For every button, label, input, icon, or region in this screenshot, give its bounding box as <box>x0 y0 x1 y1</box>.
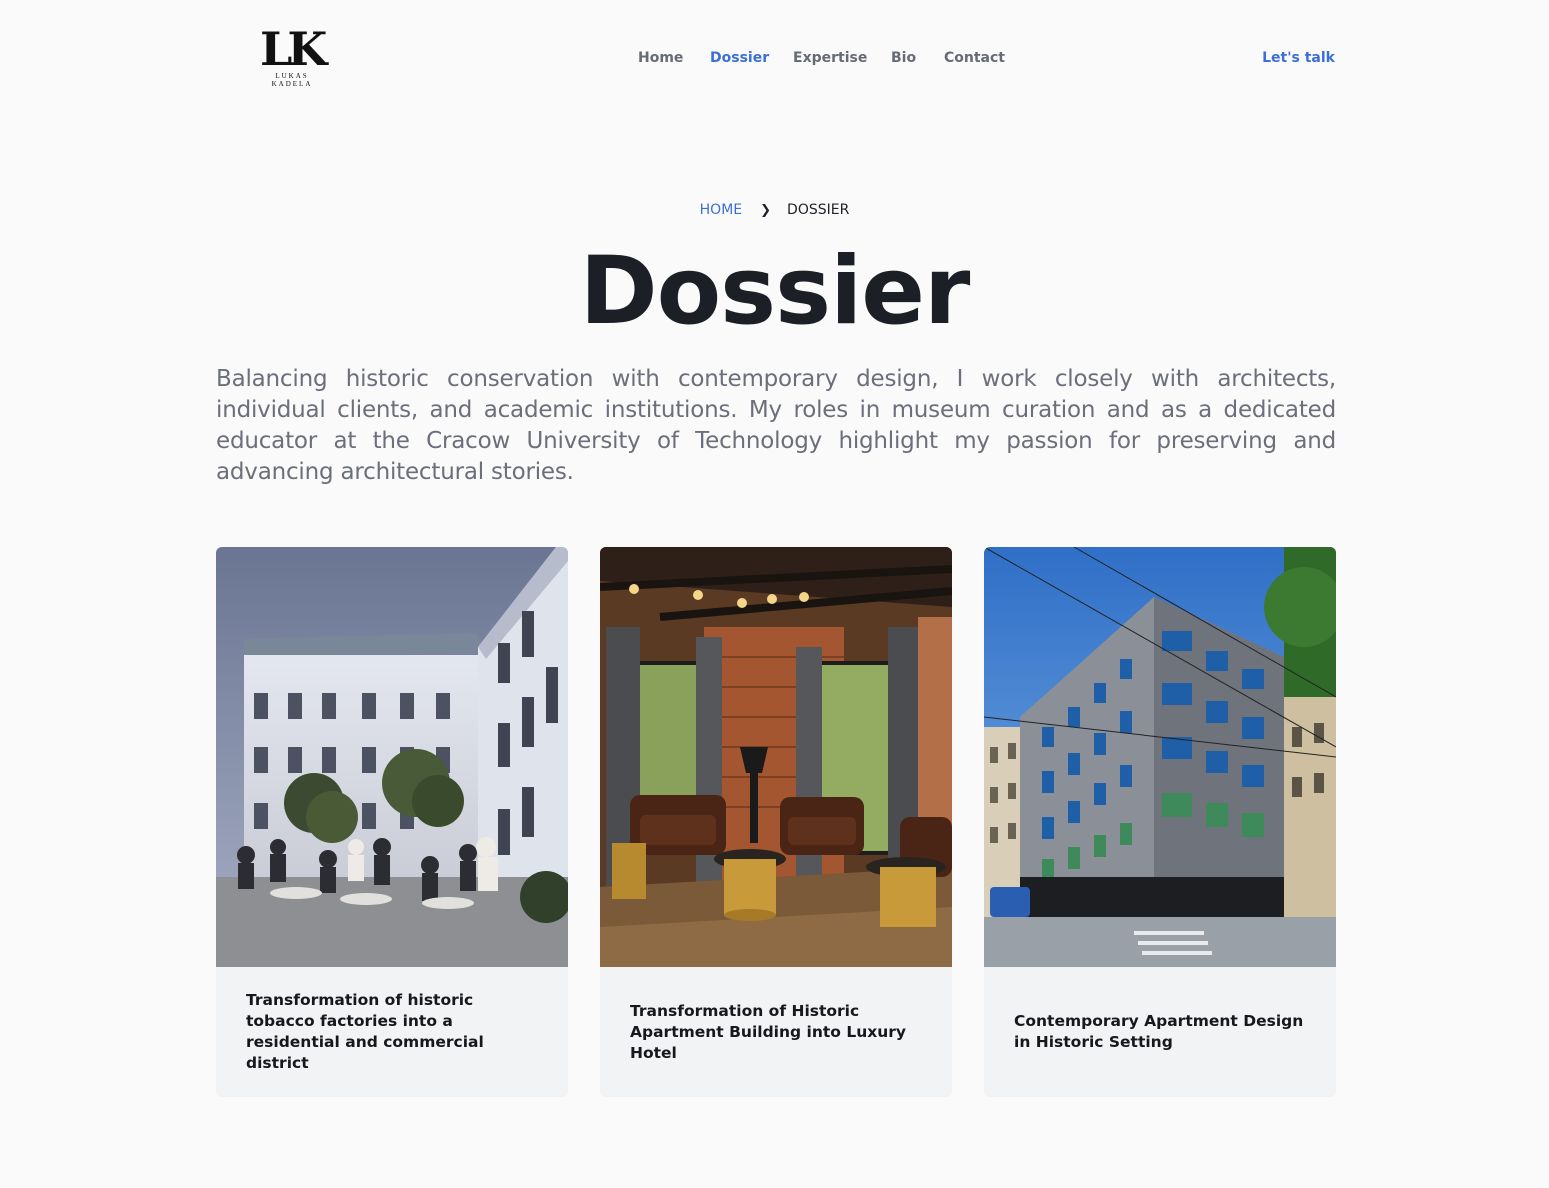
project-card-luxury-hotel[interactable]: Transformation of Historic Apartment Bui… <box>600 547 952 1097</box>
project-caption: Contemporary Apartment Design in Histori… <box>984 967 1336 1097</box>
nav-expertise[interactable]: Expertise <box>793 50 867 66</box>
nav-home[interactable]: Home <box>638 50 683 66</box>
chevron-right-icon: ❯ <box>760 203 772 218</box>
project-title: Contemporary Apartment Design in Histori… <box>1014 1012 1304 1051</box>
corner-building-photo <box>984 547 1336 967</box>
project-title: Transformation of historic tobacco facto… <box>246 991 484 1072</box>
nav-bio[interactable]: Bio <box>891 50 916 66</box>
project-caption: Transformation of historic tobacco facto… <box>216 967 568 1097</box>
nav-dossier[interactable]: Dossier <box>710 50 769 66</box>
project-title: Transformation of Historic Apartment Bui… <box>630 1001 907 1062</box>
project-card-apartment-design[interactable]: Contemporary Apartment Design in Histori… <box>984 547 1336 1097</box>
breadcrumb: HOME ❯ DOSSIER <box>0 202 1549 218</box>
project-card-tobacco-factories[interactable]: Transformation of historic tobacco facto… <box>216 547 568 1097</box>
courtyard-cafe-photo <box>216 547 568 967</box>
site-header: LK LUKAS KADELA Home Dossier Expertise B… <box>0 0 1549 120</box>
breadcrumb-home[interactable]: HOME <box>700 202 742 218</box>
hotel-lounge-photo <box>600 547 952 967</box>
breadcrumb-current: DOSSIER <box>787 202 850 218</box>
project-caption: Transformation of Historic Apartment Bui… <box>600 967 952 1097</box>
page-title: Dossier <box>579 237 971 346</box>
page-intro: Balancing historic conservation with con… <box>216 366 1336 485</box>
lets-talk-link[interactable]: Let's talk <box>1262 50 1335 66</box>
project-grid: Transformation of historic tobacco facto… <box>216 547 1336 1097</box>
logo-subline: LUKAS KADELA <box>271 72 313 88</box>
nav-contact[interactable]: Contact <box>944 50 1005 66</box>
